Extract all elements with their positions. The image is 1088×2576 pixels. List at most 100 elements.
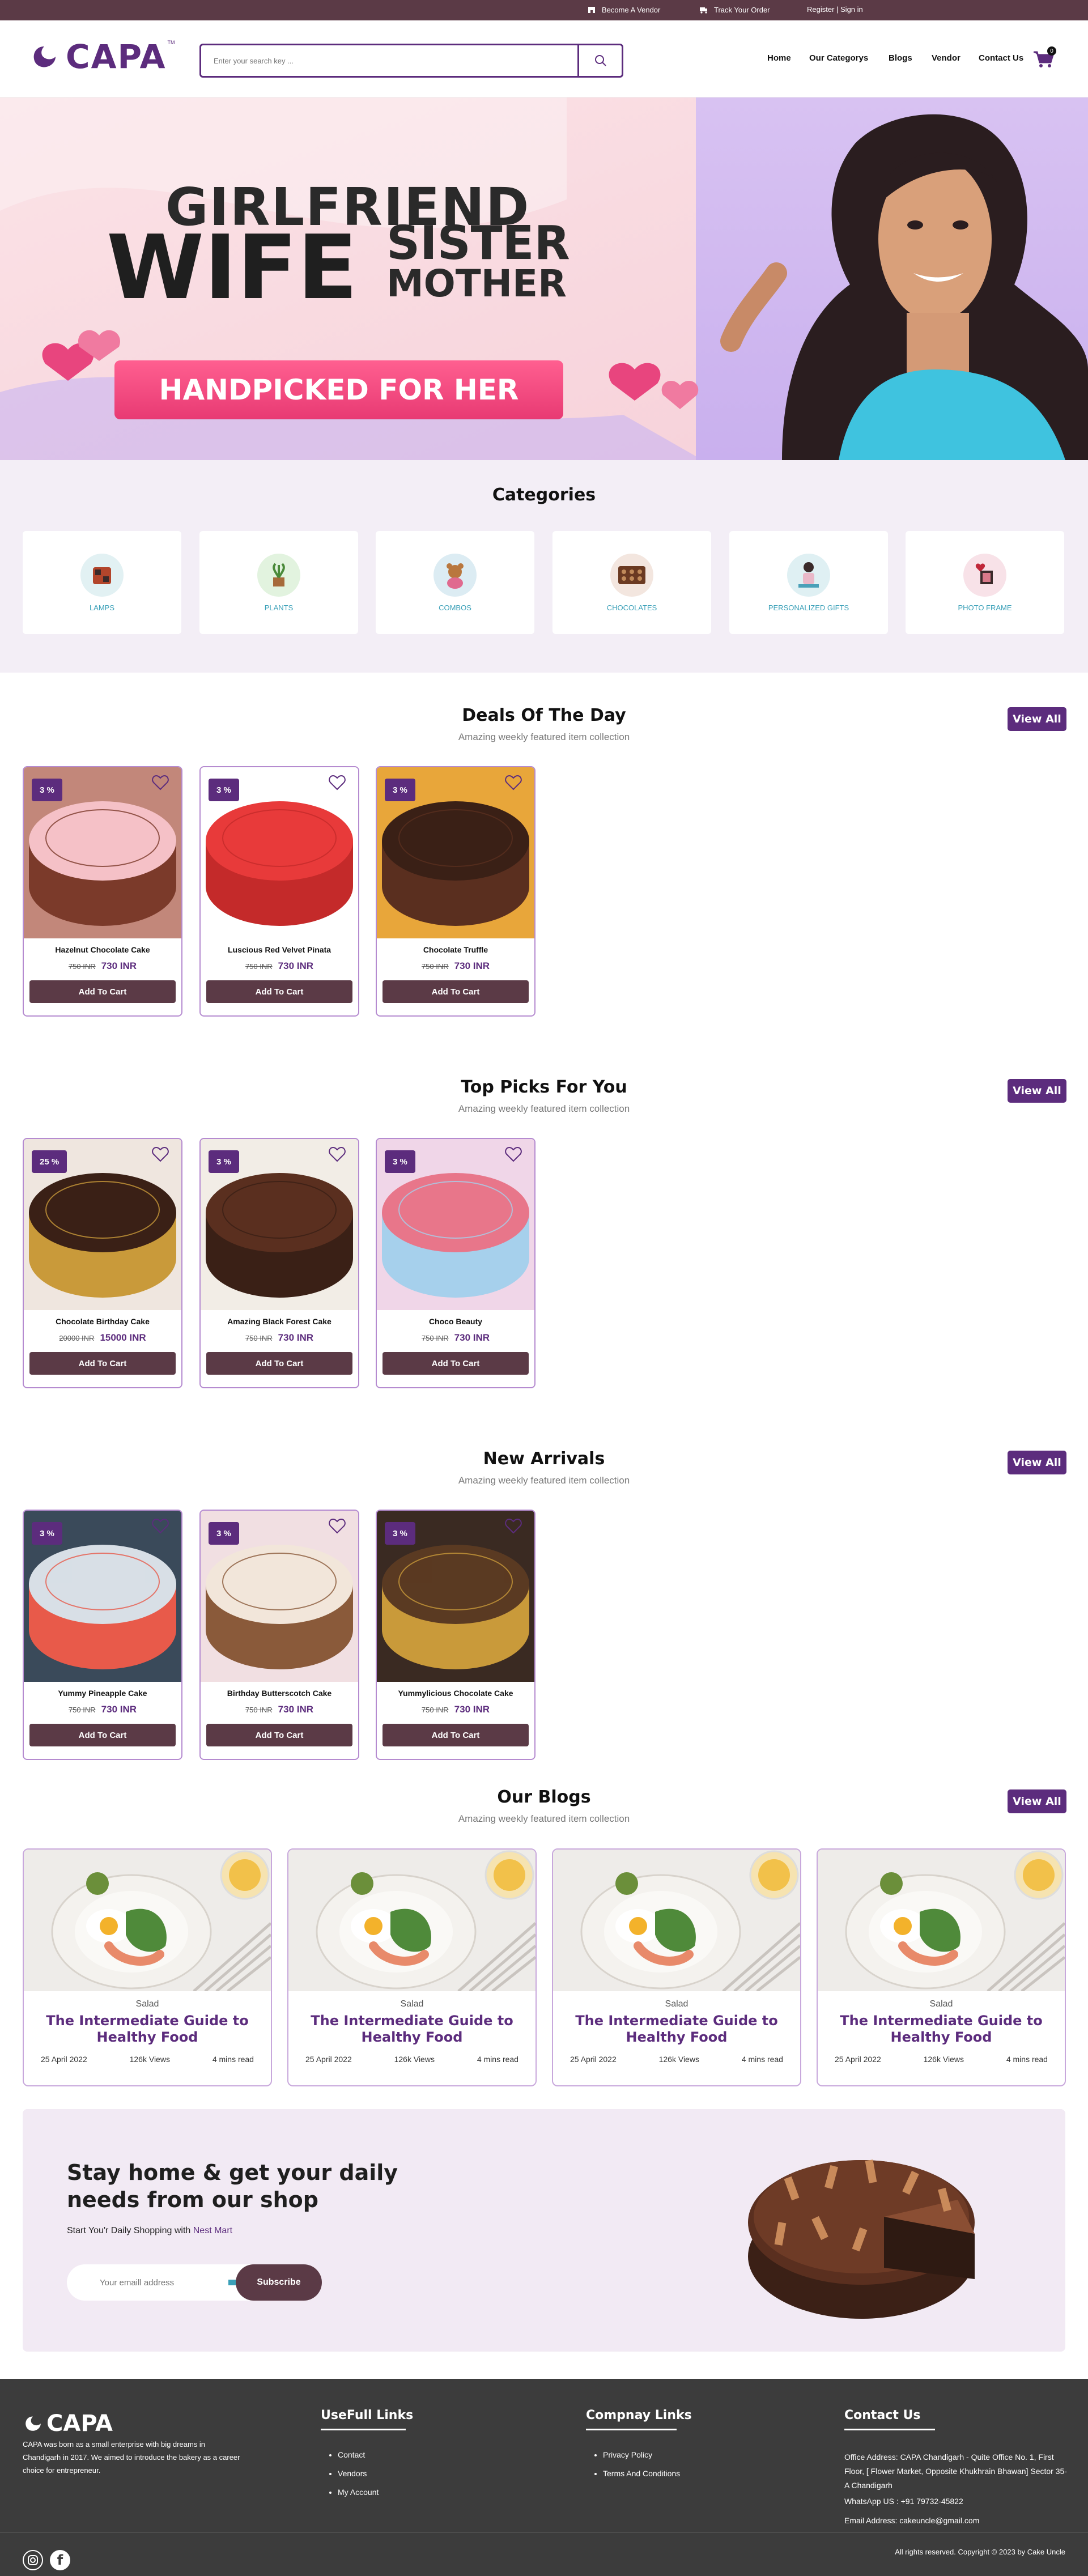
nav-home[interactable]: Home [767,53,791,63]
product-image[interactable]: 3 % [201,1139,358,1310]
product-image[interactable]: 3 % [24,767,181,938]
wishlist-heart-icon[interactable] [328,1516,347,1536]
product-card[interactable]: 3 % Yummylicious Chocolate Cake 750 INR 730… [376,1510,536,1760]
wishlist-heart-icon[interactable] [504,1516,523,1536]
blog-image[interactable] [24,1850,271,1991]
nav-vendor[interactable]: Vendor [932,53,960,63]
product-card[interactable]: 3 % Birthday Butterscotch Cake 750 INR 730 … [199,1510,359,1760]
wishlist-heart-icon[interactable] [151,773,170,792]
product-image[interactable]: 3 % [201,767,358,938]
product-image[interactable]: 25 % [24,1139,181,1310]
category-card[interactable]: COMBOS [376,531,534,634]
product-name[interactable]: Chocolate Birthday Cake [24,1317,181,1326]
product-name[interactable]: Chocolate Truffle [377,945,534,954]
product-price: 750 INR 730 INR [377,960,534,972]
footer-link-privacy[interactable]: Privacy Policy [603,2450,680,2459]
product-name[interactable]: Choco Beauty [377,1317,534,1326]
product-name[interactable]: Yummy Pineapple Cake [24,1689,181,1698]
footer-link-my-account[interactable]: My Account [338,2488,379,2497]
add-to-cart-button[interactable]: Add To Cart [29,980,176,1003]
add-to-cart-button[interactable]: Add To Cart [382,980,529,1003]
product-name[interactable]: Yummylicious Chocolate Cake [377,1689,534,1698]
blog-views: 126k Views [923,2055,964,2064]
product-name[interactable]: Luscious Red Velvet Pinata [201,945,358,954]
add-to-cart-button[interactable]: Add To Cart [206,1724,352,1746]
blogs-view-all-button[interactable]: View All [1008,1789,1066,1813]
category-card[interactable]: PERSONALIZED GIFTS [729,531,888,634]
product-card[interactable]: 25 % Chocolate Birthday Cake 20000 INR 1500… [23,1138,182,1388]
become-vendor-link[interactable]: Become A Vendor [587,5,660,14]
section-title: Top Picks For You [461,1077,627,1097]
view-all-button[interactable]: View All [1008,707,1066,731]
wishlist-heart-icon[interactable] [151,1145,170,1164]
nav-our-categorys[interactable]: Our Categorys [809,53,868,63]
blog-image[interactable] [818,1850,1065,1991]
product-card[interactable]: 3 % Chocolate Truffle 750 INR 730 INR Add To… [376,766,536,1017]
nav-blogs[interactable]: Blogs [889,53,912,63]
footer-whatsapp[interactable]: WhatsApp US : +91 79732-45822 [844,2497,963,2506]
nav-contact-us[interactable]: Contact Us [979,53,1023,63]
blog-card[interactable]: Salad The Intermediate Guide to Healthy F… [552,1848,801,2086]
footer-link-terms[interactable]: Terms And Conditions [603,2469,680,2478]
blog-image[interactable] [288,1850,536,1991]
category-card[interactable]: PLANTS [199,531,358,634]
subscribe-heading-line1: Stay home & get your daily [67,2160,398,2185]
add-to-cart-button[interactable]: Add To Cart [206,980,352,1003]
add-to-cart-button[interactable]: Add To Cart [206,1352,352,1375]
blog-title[interactable]: The Intermediate Guide to Healthy Food [835,2013,1048,2046]
blog-title[interactable]: The Intermediate Guide to Healthy Food [570,2013,783,2046]
blog-title[interactable]: The Intermediate Guide to Healthy Food [41,2013,254,2046]
subscribe-button[interactable]: Subscribe [236,2264,322,2301]
blog-card[interactable]: Salad The Intermediate Guide to Healthy F… [23,1848,272,2086]
footer-logo[interactable]: CAPA [23,2411,113,2437]
product-name[interactable]: Hazelnut Chocolate Cake [24,945,181,954]
product-name[interactable]: Amazing Black Forest Cake [201,1317,358,1326]
product-image[interactable]: 3 % [201,1511,358,1682]
blog-card[interactable]: Salad The Intermediate Guide to Healthy F… [287,1848,537,2086]
category-card[interactable]: LAMPS [23,531,181,634]
blog-image[interactable] [553,1850,800,1991]
add-to-cart-button[interactable]: Add To Cart [382,1724,529,1746]
category-card[interactable]: CHOCOLATES [552,531,711,634]
product-image[interactable]: 3 % [24,1511,181,1682]
register-signin-link[interactable]: Register | Sign in [807,5,863,14]
facebook-icon[interactable]: f [50,2550,70,2570]
instagram-icon[interactable] [23,2550,43,2570]
view-all-button[interactable]: View All [1008,1451,1066,1474]
subscribe-brand-link[interactable]: Nest Mart [193,2226,232,2235]
add-to-cart-button[interactable]: Add To Cart [382,1352,529,1375]
search-button[interactable] [577,45,622,76]
blog-title[interactable]: The Intermediate Guide to Healthy Food [305,2013,518,2046]
product-card[interactable]: 3 % Luscious Red Velvet Pinata 750 INR 730 … [199,766,359,1017]
wishlist-heart-icon[interactable] [328,1145,347,1164]
product-card[interactable]: 3 % Yummy Pineapple Cake 750 INR 730 INR Add… [23,1510,182,1760]
footer-link-vendors[interactable]: Vendors [338,2469,379,2478]
product-card[interactable]: 3 % Hazelnut Chocolate Cake 750 INR 730 INR… [23,766,182,1017]
discount-badge: 3 % [32,1522,62,1545]
wishlist-heart-icon[interactable] [504,1145,523,1164]
view-all-button[interactable]: View All [1008,1079,1066,1103]
product-name[interactable]: Birthday Butterscotch Cake [201,1689,358,1698]
banner-cta-button[interactable]: HANDPICKED FOR HER [114,360,563,419]
product-image[interactable]: 3 % [377,1139,534,1310]
product-image[interactable]: 3 % [377,1511,534,1682]
track-order-link[interactable]: Track Your Order [699,5,770,14]
add-to-cart-button[interactable]: Add To Cart [29,1352,176,1375]
subscribe-email-input[interactable] [100,2277,224,2288]
product-card[interactable]: 3 % Choco Beauty 750 INR 730 INR Add To Cart [376,1138,536,1388]
search-input[interactable] [201,45,577,76]
category-card[interactable]: Photo Frame [906,531,1064,634]
footer-link-contact[interactable]: Contact [338,2450,379,2459]
wishlist-heart-icon[interactable] [328,773,347,792]
wishlist-heart-icon[interactable] [151,1516,170,1536]
footer-email[interactable]: Email Address: cakeuncle@gmail.com [844,2516,979,2525]
blog-card[interactable]: Salad The Intermediate Guide to Healthy F… [817,1848,1066,2086]
logo[interactable]: CAPA TM [29,37,175,76]
product-card[interactable]: 3 % Amazing Black Forest Cake 750 INR 730 I… [199,1138,359,1388]
hero-banner[interactable]: GIRLFRIEND WIFE SISTER MOTHER HANDPICKED… [0,97,1088,460]
top-bar: Become A Vendor Track Your Order Registe… [0,0,1088,20]
cart-button[interactable]: 0 [1032,46,1056,72]
product-image[interactable]: 3 % [377,767,534,938]
wishlist-heart-icon[interactable] [504,773,523,792]
add-to-cart-button[interactable]: Add To Cart [29,1724,176,1746]
